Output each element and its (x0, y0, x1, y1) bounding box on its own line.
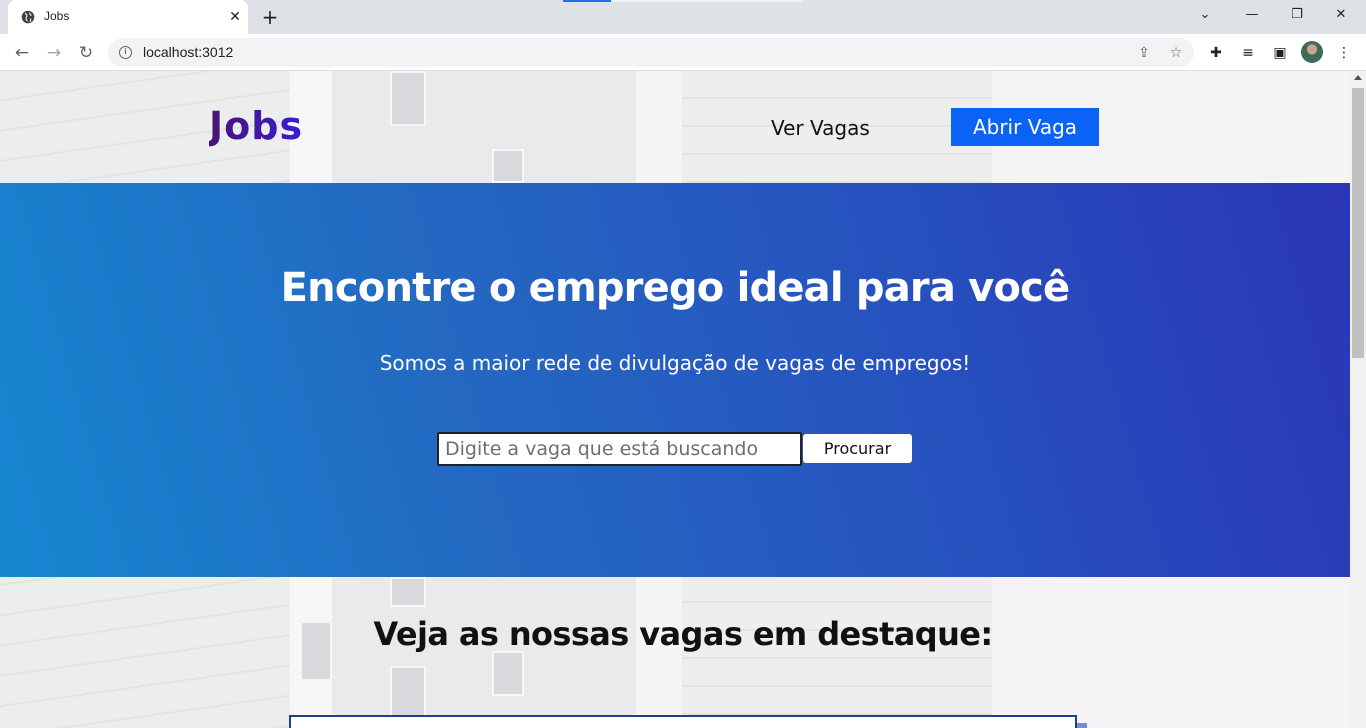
site-header: Jobs Ver Vagas Abrir Vaga (0, 71, 1350, 183)
back-icon[interactable]: ← (8, 39, 36, 67)
share-icon[interactable]: ⇪ (1134, 43, 1154, 63)
site-logo[interactable]: Jobs (209, 104, 303, 148)
scroll-thumb[interactable] (1352, 88, 1364, 358)
search-button[interactable]: Procurar (803, 434, 912, 463)
globe-icon (21, 10, 35, 24)
abrir-vaga-button[interactable]: Abrir Vaga (951, 108, 1099, 146)
star-icon[interactable]: ☆ (1166, 43, 1186, 63)
browser-toolbar: ← → ↻ i localhost:3012 ⇪ ☆ ✚ ≡ ▣ ⋮ (0, 34, 1366, 71)
sidepanel-icon[interactable]: ▣ (1269, 42, 1291, 64)
scrollbar[interactable] (1350, 71, 1366, 728)
media-icon[interactable]: ≡ (1237, 42, 1259, 64)
close-icon[interactable]: ✕ (226, 8, 244, 26)
close-window-icon[interactable]: ✕ (1327, 4, 1355, 26)
address-bar[interactable]: i localhost:3012 ⇪ ☆ (108, 38, 1194, 67)
loading-indicator (563, 0, 611, 2)
reload-icon[interactable]: ↻ (72, 39, 100, 67)
chevron-down-icon[interactable]: ⌄ (1191, 4, 1219, 26)
scroll-up-icon[interactable] (1354, 75, 1362, 80)
extensions-icon[interactable]: ✚ (1205, 42, 1227, 64)
tab-bar: Jobs ✕ + ⌄ — ❐ ✕ (0, 0, 1366, 34)
card-accent (1077, 723, 1087, 728)
menu-icon[interactable]: ⋮ (1333, 42, 1355, 64)
forward-icon[interactable]: → (40, 39, 68, 67)
hero-section: Encontre o emprego ideal para você Somos… (0, 183, 1350, 577)
browser-tab[interactable]: Jobs ✕ (8, 0, 248, 34)
avatar[interactable] (1301, 41, 1323, 63)
search-input[interactable] (437, 432, 802, 466)
hero-subtitle: Somos a maior rede de divulgação de vaga… (379, 351, 971, 375)
job-card[interactable] (289, 715, 1077, 728)
url-text[interactable]: localhost:3012 (143, 44, 233, 60)
minimize-icon[interactable]: — (1238, 4, 1266, 26)
background-image (492, 651, 524, 696)
background-image (390, 577, 426, 607)
featured-title: Veja as nossas vagas em destaque: (373, 615, 993, 653)
nav-link-ver-vagas[interactable]: Ver Vagas (771, 116, 870, 140)
plus-icon[interactable]: + (258, 6, 282, 30)
hero-title: Encontre o emprego ideal para você (280, 265, 1070, 311)
info-icon[interactable]: i (119, 46, 132, 59)
tab-title: Jobs (44, 9, 70, 23)
page-viewport: Jobs Ver Vagas Abrir Vaga Encontre o emp… (0, 71, 1350, 728)
restore-icon[interactable]: ❐ (1283, 4, 1311, 26)
tab-strip-divider (613, 0, 803, 2)
